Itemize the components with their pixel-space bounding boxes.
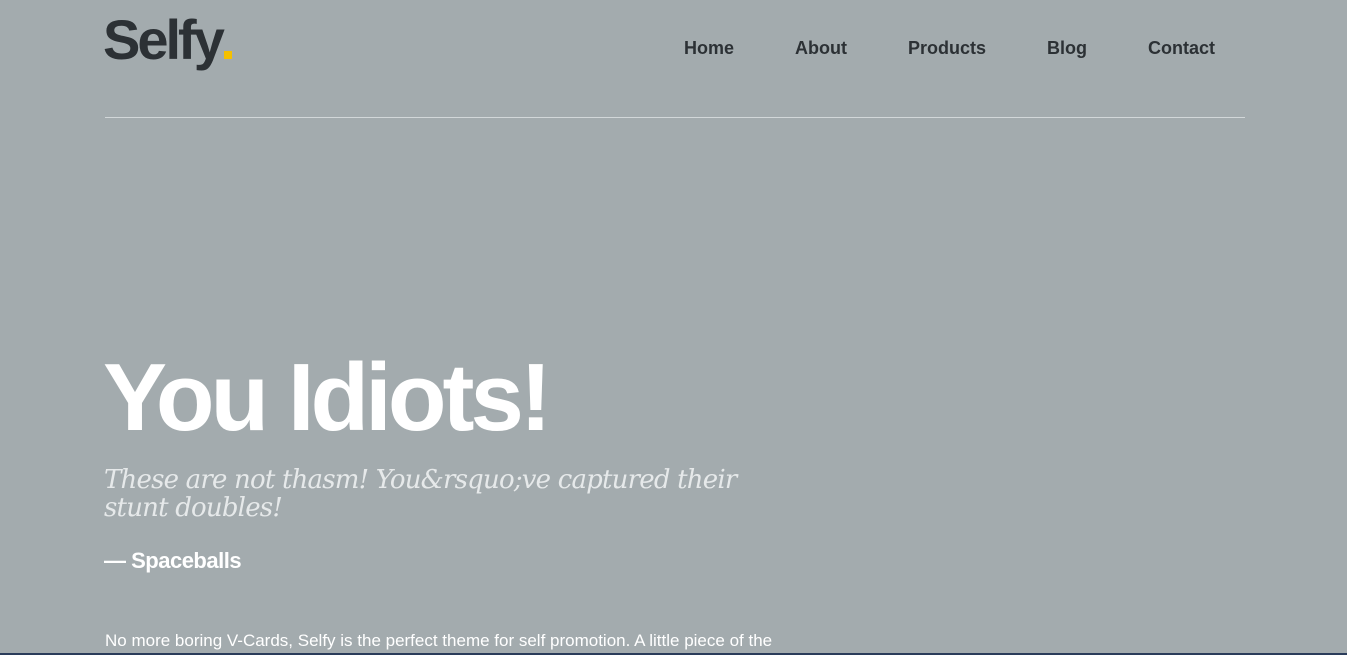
nav-link-blog[interactable]: Blog <box>1047 36 1087 60</box>
site-logo[interactable]: Selfy <box>103 12 232 68</box>
page: Selfy Home About Products Blog Contact Y… <box>0 0 1347 655</box>
quote-citation: — Spaceballs <box>104 548 242 573</box>
main-nav: Home About Products Blog Contact <box>684 36 1215 60</box>
logo-dot <box>223 51 232 59</box>
logo-text: Selfy <box>103 8 225 71</box>
nav-link-contact[interactable]: Contact <box>1148 36 1215 60</box>
nav-link-products[interactable]: Products <box>908 36 986 60</box>
hero-quote: These are not thasm! You&rsquo;ve captur… <box>104 465 737 523</box>
header-divider <box>105 117 1245 118</box>
nav-link-home[interactable]: Home <box>684 36 734 60</box>
hero-headline: You Idiots! <box>103 344 552 451</box>
intro-paragraph: No more boring V-Cards, Selfy is the per… <box>105 631 773 650</box>
nav-link-about[interactable]: About <box>795 36 847 60</box>
